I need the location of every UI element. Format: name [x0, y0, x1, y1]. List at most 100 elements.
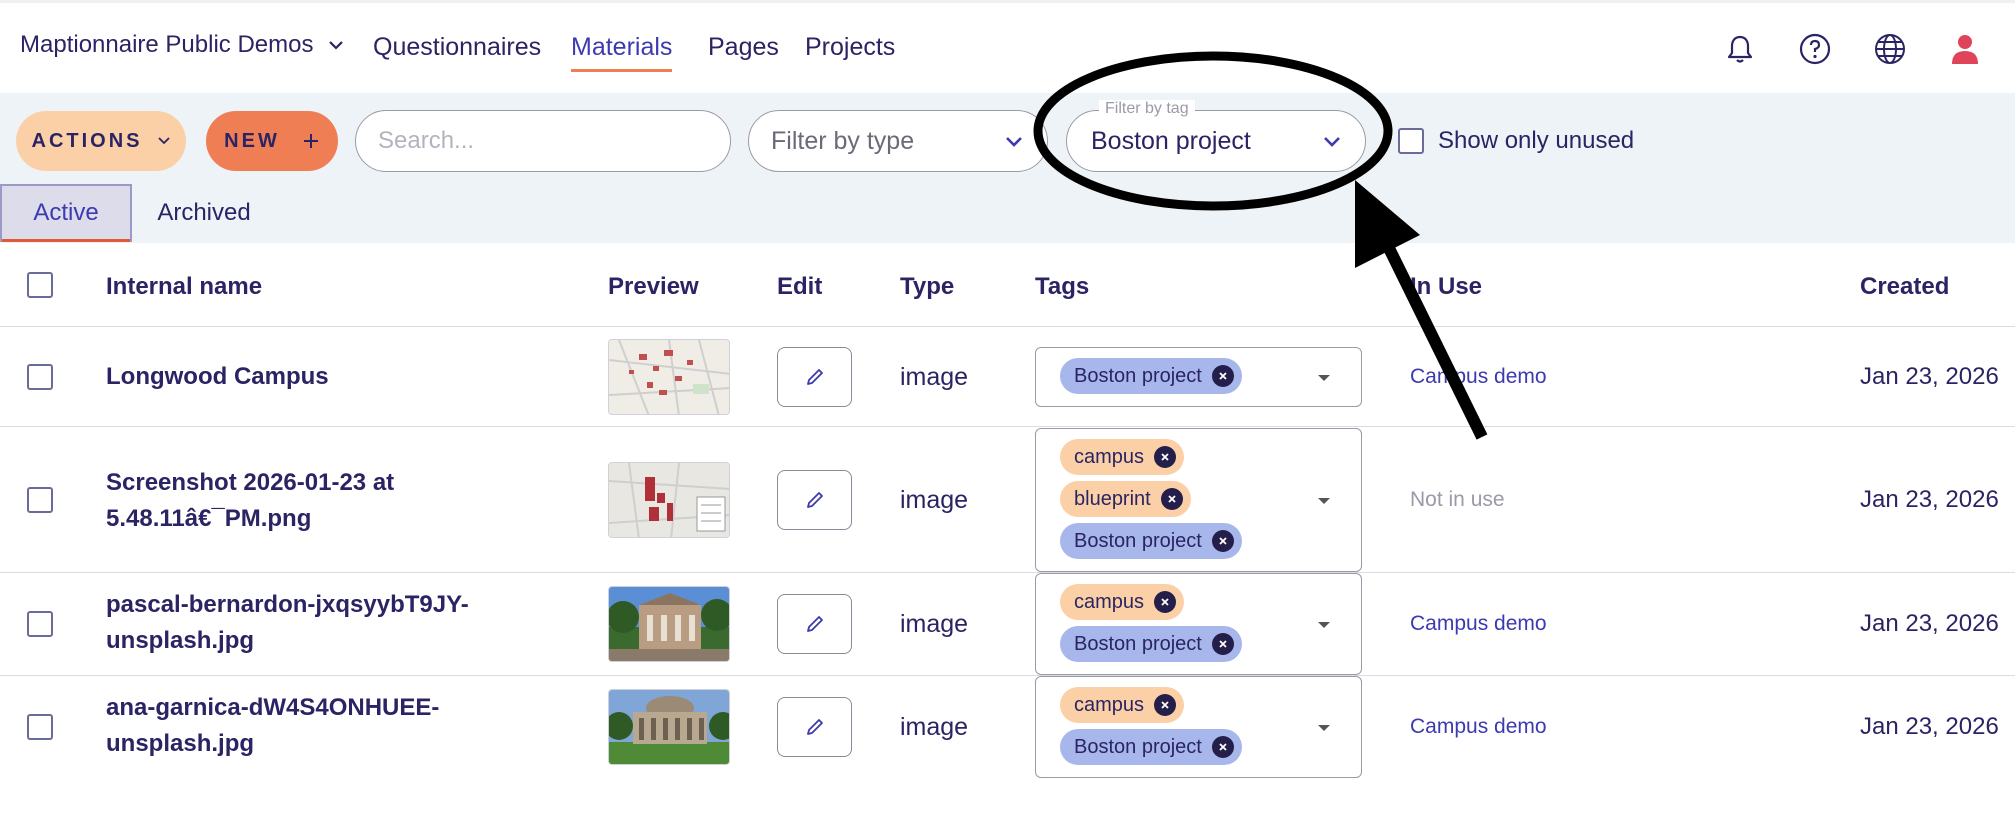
nav-label: Questionnaires — [373, 33, 542, 61]
nav-label: Materials — [571, 33, 673, 61]
edit-button[interactable] — [777, 470, 852, 530]
table-row[interactable]: Screenshot 2026-01-23 at 5.48.11â€¯PM.pn… — [0, 427, 2015, 573]
column-created[interactable]: Created — [1860, 273, 1949, 301]
chevron-down-icon — [1006, 137, 1022, 147]
remove-tag-icon[interactable] — [1154, 446, 1177, 468]
remove-tag-icon[interactable] — [1160, 488, 1183, 510]
show-only-unused-toggle[interactable]: Show only unused — [1398, 127, 1634, 155]
tag-label: Boston project — [1074, 735, 1202, 758]
filter-tag-value: Boston project — [1091, 126, 1251, 155]
tags-select[interactable]: campus Boston project — [1035, 676, 1362, 778]
chevron-down-icon — [329, 41, 344, 50]
table-row[interactable]: Longwood Campus image Boston project Cam… — [0, 327, 2015, 427]
table-header: Internal name Preview Edit Type Tags In … — [0, 243, 2015, 327]
chevron-down-icon — [157, 137, 170, 145]
top-navigation: Maptionnaire Public Demos Questionnaires… — [0, 3, 2015, 93]
table-row[interactable]: ana-garnica-dW4S4ONHUEE-unsplash.jpg ima… — [0, 676, 2015, 779]
filter-type-placeholder: Filter by type — [771, 126, 915, 155]
material-name[interactable]: ana-garnica-dW4S4ONHUEE-unsplash.jpg — [106, 690, 486, 762]
organization-switcher[interactable]: Maptionnaire Public Demos — [20, 31, 345, 59]
tag-label: campus — [1074, 590, 1145, 613]
actions-button[interactable]: ACTIONS — [16, 111, 186, 171]
material-type: image — [900, 713, 969, 741]
column-preview: Preview — [608, 273, 699, 300]
filter-by-tag-select[interactable]: Filter by tag Boston project — [1066, 100, 1366, 172]
tab-archived[interactable]: Archived — [148, 184, 260, 242]
globe-icon[interactable] — [1872, 31, 1908, 67]
material-type: image — [900, 486, 969, 514]
remove-tag-icon[interactable] — [1211, 633, 1234, 655]
tag-chip: blueprint — [1060, 481, 1191, 517]
edit-button[interactable] — [777, 347, 852, 407]
in-use-link[interactable]: Campus demo — [1410, 365, 1547, 389]
pencil-icon — [806, 616, 823, 632]
new-button[interactable]: NEW — [206, 111, 338, 171]
tag-label: campus — [1074, 693, 1145, 716]
preview-thumbnail[interactable] — [608, 339, 730, 415]
row-checkbox[interactable] — [27, 364, 53, 390]
material-name[interactable]: Screenshot 2026-01-23 at 5.48.11â€¯PM.pn… — [106, 465, 436, 537]
table-row[interactable]: pascal-bernardon-jxqsyybT9JY-unsplash.jp… — [0, 573, 2015, 676]
plus-icon — [303, 134, 318, 148]
remove-tag-icon[interactable] — [1154, 591, 1177, 613]
in-use-link[interactable]: Campus demo — [1410, 715, 1547, 739]
select-all-checkbox[interactable] — [27, 272, 53, 298]
created-date: Jan 23, 2026 — [1860, 610, 1999, 637]
edit-button[interactable] — [777, 697, 852, 757]
preview-thumbnail[interactable] — [608, 462, 730, 538]
tag-chip: campus — [1060, 687, 1185, 723]
show-only-unused-checkbox[interactable] — [1398, 128, 1424, 154]
row-checkbox[interactable] — [27, 611, 53, 637]
remove-tag-icon[interactable] — [1154, 694, 1177, 716]
column-type[interactable]: Type — [900, 273, 954, 301]
in-use-link[interactable]: Campus demo — [1410, 612, 1547, 636]
blueprint-thumbnail — [609, 463, 729, 537]
materials-toolbar: ACTIONS NEW Filter by type Filter by tag… — [0, 93, 2015, 243]
filter-by-type-select[interactable]: Filter by type — [748, 110, 1048, 172]
show-only-unused-label: Show only unused — [1438, 127, 1635, 154]
column-internal-name[interactable]: Internal name — [106, 273, 262, 301]
active-tab-underline — [2, 239, 130, 242]
tag-chip: campus — [1060, 584, 1185, 620]
tag-label: blueprint — [1074, 487, 1151, 510]
nav-projects[interactable]: Projects — [805, 33, 895, 62]
tag-label: Boston project — [1074, 364, 1202, 387]
created-date: Jan 23, 2026 — [1860, 363, 1999, 390]
created-date: Jan 23, 2026 — [1860, 486, 1999, 513]
tag-chip: campus — [1060, 439, 1185, 475]
tags-select[interactable]: campus blueprint Boston project — [1035, 428, 1362, 572]
chevron-down-icon — [1318, 725, 1330, 731]
tags-select[interactable]: campus Boston project — [1035, 573, 1362, 675]
row-checkbox[interactable] — [27, 714, 53, 740]
organization-name: Maptionnaire Public Demos — [20, 31, 314, 58]
search-input[interactable] — [355, 110, 731, 172]
material-name[interactable]: Longwood Campus — [106, 359, 506, 395]
nav-questionnaires[interactable]: Questionnaires — [373, 33, 541, 62]
column-tags: Tags — [1035, 273, 1090, 300]
chevron-down-icon — [1318, 622, 1330, 628]
in-use-status: Not in use — [1410, 488, 1505, 511]
material-name[interactable]: pascal-bernardon-jxqsyybT9JY-unsplash.jp… — [106, 587, 486, 659]
remove-tag-icon[interactable] — [1211, 736, 1234, 758]
material-type: image — [900, 610, 969, 638]
tab-label: Active — [33, 199, 99, 226]
row-checkbox[interactable] — [27, 487, 53, 513]
chevron-down-icon — [1318, 375, 1330, 381]
remove-tag-icon[interactable] — [1211, 530, 1234, 552]
remove-tag-icon[interactable] — [1211, 365, 1234, 387]
column-in-use: In Use — [1410, 273, 1483, 300]
nav-materials[interactable]: Materials — [571, 33, 673, 72]
help-circle-icon[interactable] — [1797, 31, 1833, 67]
user-icon[interactable] — [1947, 31, 1983, 67]
preview-thumbnail[interactable] — [608, 689, 730, 765]
pencil-icon — [806, 369, 823, 385]
nav-label: Projects — [805, 33, 896, 61]
edit-button[interactable] — [777, 594, 852, 654]
tab-active[interactable]: Active — [0, 184, 132, 242]
preview-thumbnail[interactable] — [608, 586, 730, 662]
building-photo-thumbnail — [609, 690, 729, 764]
nav-pages[interactable]: Pages — [708, 33, 779, 62]
bell-icon[interactable] — [1722, 31, 1758, 67]
tag-chip: Boston project — [1060, 626, 1242, 662]
tags-select[interactable]: Boston project — [1035, 347, 1362, 407]
